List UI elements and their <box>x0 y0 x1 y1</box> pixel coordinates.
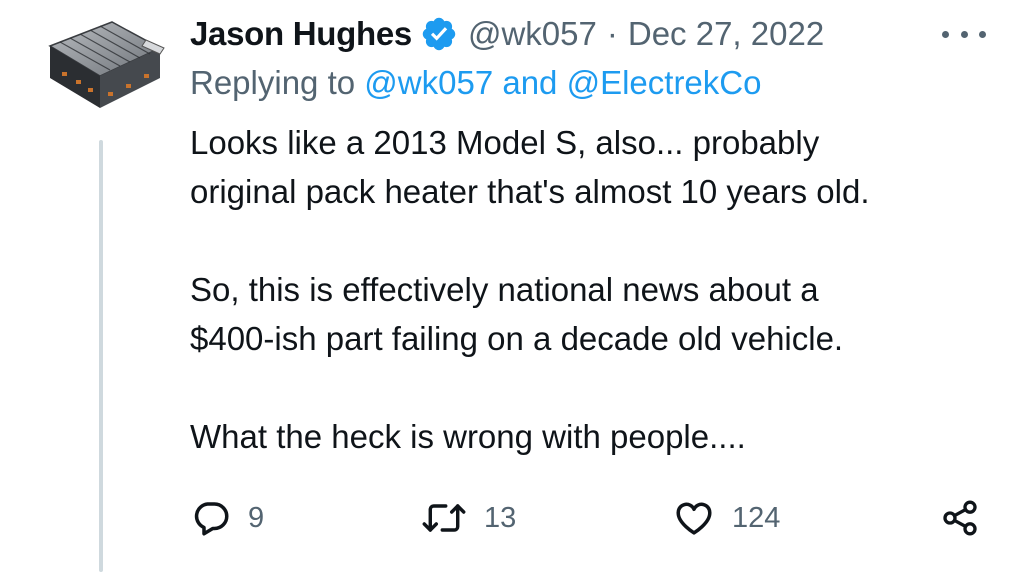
reply-prefix: Replying to <box>190 64 356 101</box>
reply-mention-wk057[interactable]: @wk057 <box>364 64 493 101</box>
reply-and: and <box>502 64 558 101</box>
like-button[interactable]: 124 <box>672 497 780 539</box>
share-icon <box>943 500 977 536</box>
tweet-text-line: $400-ish part failing on a decade old ve… <box>190 320 844 357</box>
reply-bubble-icon <box>194 502 229 536</box>
retweet-icon <box>422 504 466 532</box>
user-handle[interactable]: @wk057 <box>468 15 597 53</box>
tweet-text: Looks like a 2013 Model S, also... proba… <box>190 118 990 461</box>
reply-mention-electrekco[interactable]: @ElectrekCo <box>567 64 762 101</box>
separator-dot: · <box>606 15 618 52</box>
heart-icon <box>676 502 712 535</box>
like-count: 124 <box>732 501 781 534</box>
reply-button[interactable]: 9 <box>190 497 264 539</box>
tweet-header: Jason Hughes @wk057 · Dec 27, 2022 <box>190 12 824 56</box>
tweet-text-line: original pack heater that's almost 10 ye… <box>190 173 870 210</box>
tweet-date[interactable]: Dec 27, 2022 <box>628 15 824 53</box>
retweet-count: 13 <box>484 501 517 534</box>
replying-to-line: Replying to @wk057 and @ElectrekCo <box>190 64 761 102</box>
verified-badge-icon <box>422 17 456 51</box>
action-bar: 9 13 124 <box>0 495 1024 543</box>
more-dots-icon[interactable] <box>942 20 986 48</box>
share-button[interactable] <box>940 497 980 539</box>
tweet-text-line: Looks like a 2013 Model S, also... proba… <box>190 124 820 161</box>
tweet-text-line: So, this is effectively national news ab… <box>190 271 819 308</box>
display-name[interactable]: Jason Hughes <box>190 15 412 53</box>
avatar[interactable] <box>42 18 166 114</box>
reply-count: 9 <box>248 501 265 534</box>
retweet-button[interactable]: 13 <box>420 497 516 539</box>
tweet-text-line: What the heck is wrong with people.... <box>190 418 746 455</box>
